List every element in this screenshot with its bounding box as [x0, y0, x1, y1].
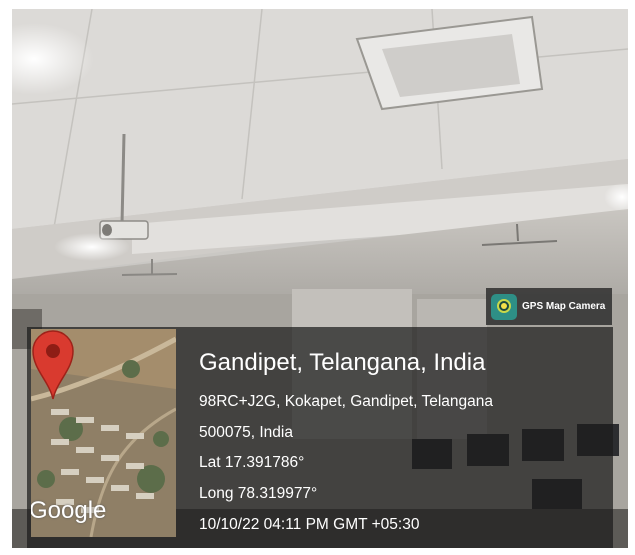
address-line-1: 98RC+J2G, Kokapet, Gandipet, Telangana: [199, 393, 493, 410]
app-badge-label: GPS Map Camera: [522, 301, 606, 312]
gps-map-camera-icon: [491, 293, 517, 320]
gps-map-camera-badge: GPS Map Camera: [486, 288, 612, 325]
address-line-2: 500075, India: [199, 424, 293, 441]
location-headline: Gandipet, Telangana, India: [199, 349, 486, 376]
map-pin-icon: [32, 330, 74, 400]
map-thumbnail: Google: [31, 329, 176, 537]
geotagged-photo: GPS Map Camera Google Gandipet, Telangan…: [12, 9, 628, 548]
ceiling-light: [54, 233, 130, 261]
longitude-value: Long 78.319977°: [199, 485, 318, 502]
location-stamp: Google Gandipet, Telangana, India 98RC+J…: [27, 327, 613, 548]
timestamp: 10/10/22 04:11 PM GMT +05:30: [199, 516, 420, 533]
google-watermark: Google: [31, 497, 107, 524]
latitude-value: Lat 17.391786°: [199, 454, 305, 471]
photo-frame: GPS Map Camera Google Gandipet, Telangan…: [0, 0, 635, 555]
